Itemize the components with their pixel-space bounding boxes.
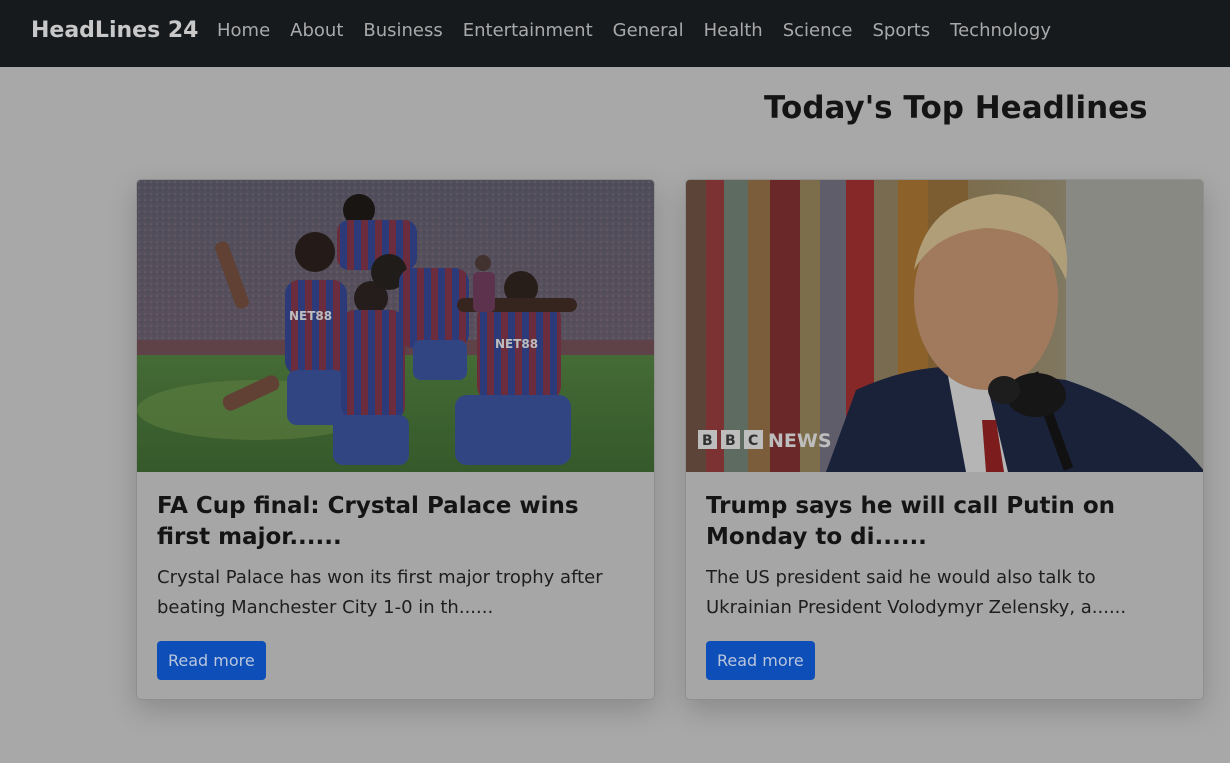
brand-logo[interactable]: HeadLines 24 [31,18,198,43]
top-navbar: HeadLines 24 Home About Business Enterta… [0,0,1230,67]
nav-link-general[interactable]: General [613,20,684,41]
card-title: Trump says he will call Putin on Monday … [706,493,1115,550]
nav-link-entertainment[interactable]: Entertainment [463,20,593,41]
nav-link-health[interactable]: Health [704,20,763,41]
read-more-button[interactable]: Read more [706,641,815,680]
card-image-press-conference[interactable]: B B C NEWS [686,180,1203,472]
card-image-football[interactable]: NET88 NET88 [137,180,654,472]
page-title: Today's Top Headlines [764,90,1148,126]
nav-link-business[interactable]: Business [363,20,442,41]
news-card: B B C NEWS Trump says he will call Putin… [685,179,1204,700]
nav-link-home[interactable]: Home [217,20,270,41]
card-description: The US president said he would also talk… [706,567,1127,618]
nav-link-about[interactable]: About [290,20,343,41]
news-card: NET88 NET88 FA Cup final: Crystal Palace… [136,179,655,700]
card-description: Crystal Palace has won its first major t… [157,567,603,618]
nav-link-technology[interactable]: Technology [950,20,1051,41]
read-more-button[interactable]: Read more [157,641,266,680]
nav-link-science[interactable]: Science [783,20,853,41]
card-title: FA Cup final: Crystal Palace wins first … [157,493,579,550]
nav-links: Home About Business Entertainment Genera… [217,20,1071,41]
nav-link-sports[interactable]: Sports [872,20,930,41]
